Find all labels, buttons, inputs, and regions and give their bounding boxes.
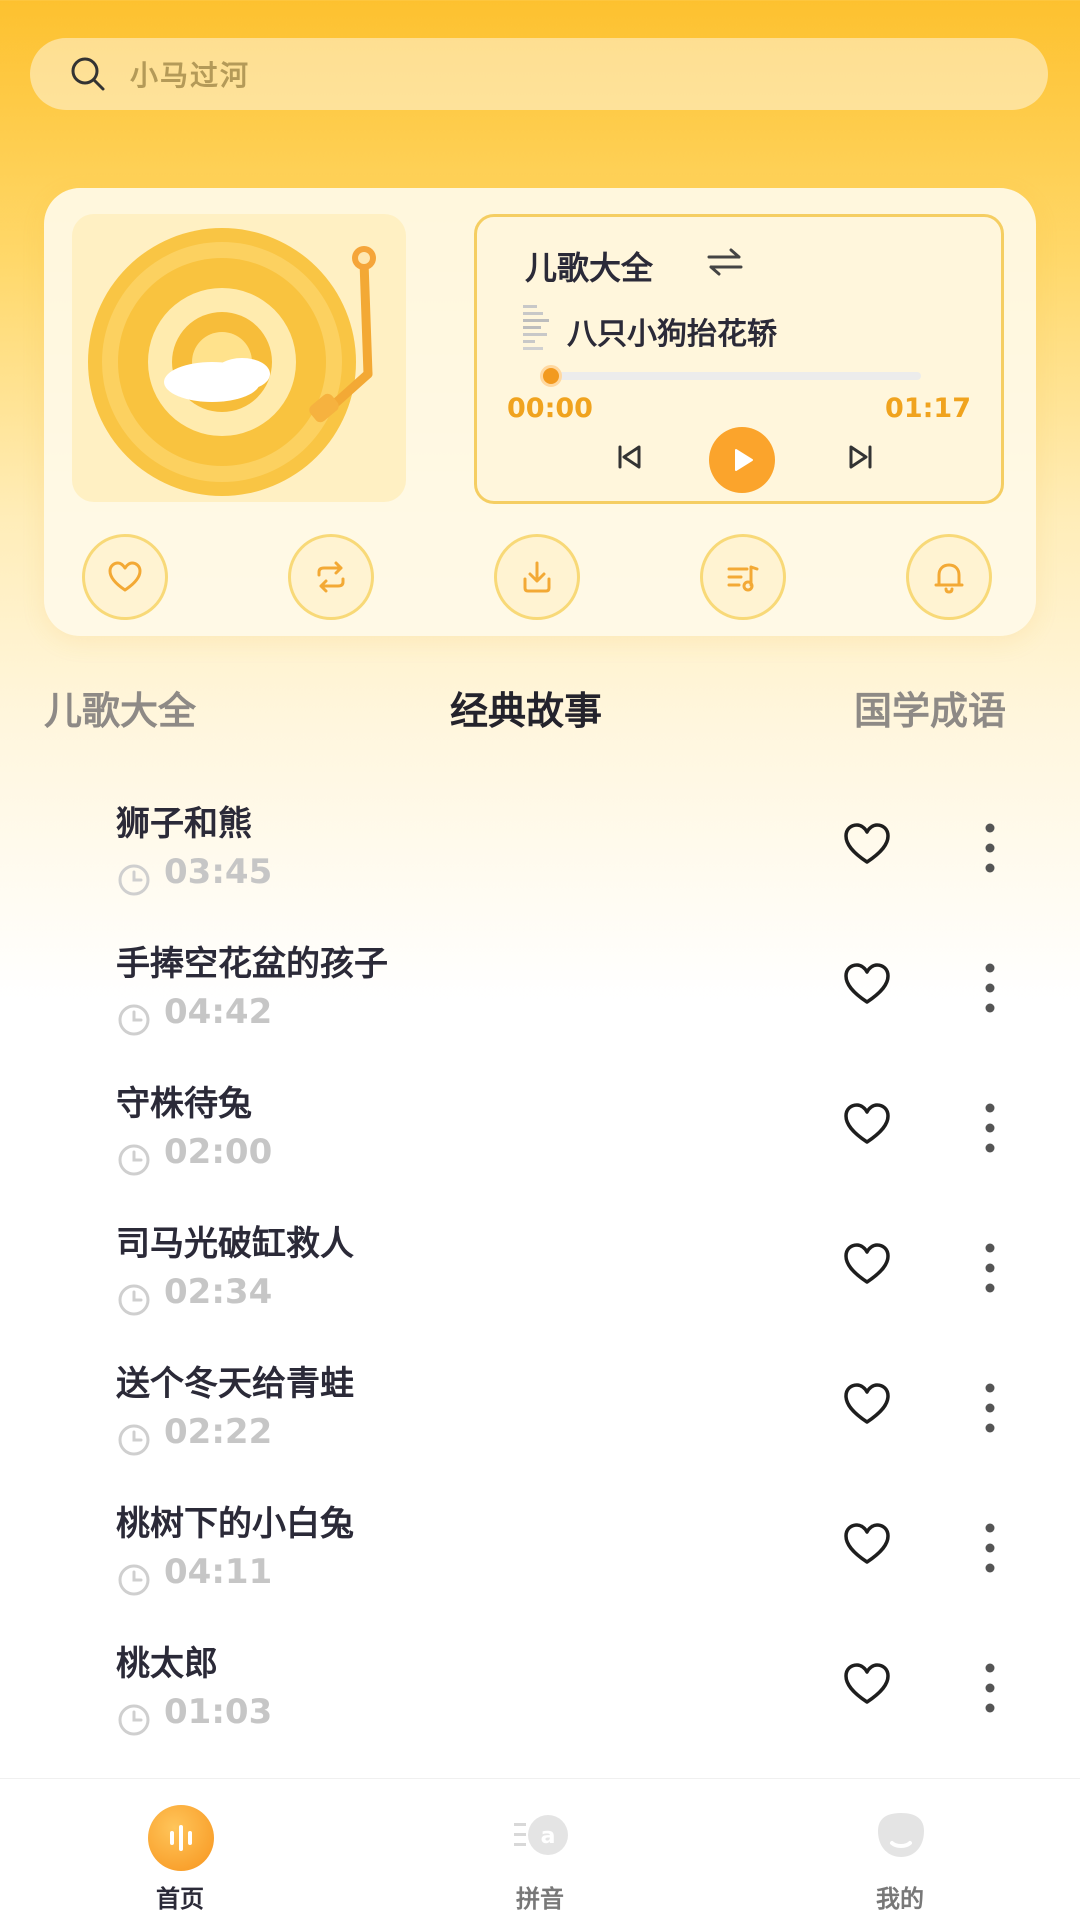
album-art	[72, 214, 406, 502]
story-duration: 04:42	[164, 992, 273, 1032]
story-duration: 01:03	[164, 1692, 273, 1732]
list-item[interactable]: 狮子和熊 03:45	[0, 790, 1080, 930]
download-icon	[523, 561, 551, 593]
heart-icon[interactable]	[842, 1522, 892, 1570]
more-options-icon[interactable]	[980, 1240, 1000, 1300]
story-duration: 02:00	[164, 1132, 273, 1172]
list-item[interactable]: 桃树下的小白兔 04:11	[0, 1490, 1080, 1630]
now-playing-panel: 儿歌大全 八只小狗抬花轿 00:00 01:17	[474, 214, 1004, 504]
list-item[interactable]: 桃太郎 01:03	[0, 1630, 1080, 1770]
progress-bar[interactable]	[540, 365, 921, 387]
more-options-icon[interactable]	[980, 1100, 1000, 1160]
switch-order-icon[interactable]	[705, 247, 745, 277]
story-title: 守株待兔	[116, 1084, 252, 1124]
story-duration: 02:22	[164, 1412, 273, 1452]
list-item[interactable]: 送个冬天给青蛙 02:22	[0, 1350, 1080, 1490]
story-duration: 04:11	[164, 1552, 273, 1592]
player-card: 儿歌大全 八只小狗抬花轿 00:00 01:17	[44, 188, 1036, 636]
download-button[interactable]	[494, 534, 580, 620]
bell-icon	[934, 563, 964, 594]
heart-icon	[108, 561, 142, 592]
list-item[interactable]: 手捧空花盆的孩子 04:42	[0, 930, 1080, 1070]
clock-icon	[116, 1422, 152, 1462]
more-options-icon[interactable]	[980, 1380, 1000, 1440]
more-options-icon[interactable]	[980, 820, 1000, 880]
bottom-nav: 首页 a 拼音 我的	[0, 1778, 1080, 1921]
home-sound-icon	[148, 1805, 214, 1871]
story-title: 司马光破缸救人	[116, 1224, 354, 1264]
current-time: 00:00	[507, 393, 593, 424]
story-title: 狮子和熊	[116, 804, 252, 844]
nav-home-label: 首页	[156, 1885, 204, 1913]
playlist-title: 儿歌大全	[525, 249, 654, 287]
favorite-button[interactable]	[82, 534, 168, 620]
clock-icon	[116, 1562, 152, 1602]
nav-profile[interactable]: 我的	[800, 1779, 1000, 1921]
clock-icon	[116, 1002, 152, 1042]
search-placeholder: 小马过河	[130, 59, 251, 92]
clock-icon	[116, 1142, 152, 1182]
tab-stories[interactable]: 经典故事	[450, 680, 602, 735]
tab-songs[interactable]: 儿歌大全	[44, 680, 196, 735]
story-duration: 03:45	[164, 852, 273, 892]
repeat-icon	[317, 561, 345, 593]
more-options-icon[interactable]	[980, 960, 1000, 1020]
song-title: 八只小狗抬花轿	[567, 317, 777, 352]
heart-icon[interactable]	[842, 962, 892, 1010]
nav-home[interactable]: 首页	[80, 1779, 280, 1921]
tab-idioms[interactable]: 国学成语	[854, 680, 1006, 735]
heart-icon[interactable]	[842, 1662, 892, 1710]
heart-icon[interactable]	[842, 1242, 892, 1290]
story-title: 桃树下的小白兔	[116, 1504, 354, 1544]
story-duration: 02:34	[164, 1272, 273, 1312]
story-title: 送个冬天给青蛙	[116, 1364, 354, 1404]
clock-icon	[116, 1702, 152, 1742]
list-item[interactable]: 司马光破缸救人 02:34	[0, 1210, 1080, 1350]
heart-icon[interactable]	[842, 1382, 892, 1430]
pinyin-icon: a	[508, 1805, 574, 1871]
heart-icon[interactable]	[842, 1102, 892, 1150]
alarm-button[interactable]	[906, 534, 992, 620]
search-icon	[71, 57, 105, 91]
audio-wave-icon	[523, 305, 549, 350]
clock-icon	[116, 862, 152, 902]
clock-icon	[116, 1282, 152, 1322]
story-title: 手捧空花盆的孩子	[116, 944, 388, 984]
search-bar[interactable]: 小马过河	[30, 38, 1048, 110]
repeat-button[interactable]	[288, 534, 374, 620]
story-title: 桃太郎	[116, 1644, 218, 1684]
svg-text:a: a	[541, 1824, 556, 1849]
playlist-icon	[727, 565, 759, 592]
nav-profile-label: 我的	[876, 1885, 924, 1913]
next-icon[interactable]	[841, 437, 881, 477]
play-icon	[735, 449, 753, 471]
profile-icon	[868, 1805, 934, 1871]
more-options-icon[interactable]	[980, 1520, 1000, 1580]
play-button[interactable]	[709, 427, 775, 493]
nav-pinyin[interactable]: a 拼音	[440, 1779, 640, 1921]
more-options-icon[interactable]	[980, 1660, 1000, 1720]
record-player-icon	[88, 228, 376, 496]
category-tabs: 儿歌大全 经典故事 国学成语	[0, 680, 1080, 740]
list-item[interactable]: 守株待兔 02:00	[0, 1070, 1080, 1210]
previous-icon[interactable]	[609, 437, 649, 477]
playlist-button[interactable]	[700, 534, 786, 620]
total-time: 01:17	[885, 393, 971, 424]
progress-knob[interactable]	[540, 365, 562, 387]
heart-icon[interactable]	[842, 822, 892, 870]
player-actions	[44, 534, 1036, 624]
nav-pinyin-label: 拼音	[516, 1885, 564, 1913]
